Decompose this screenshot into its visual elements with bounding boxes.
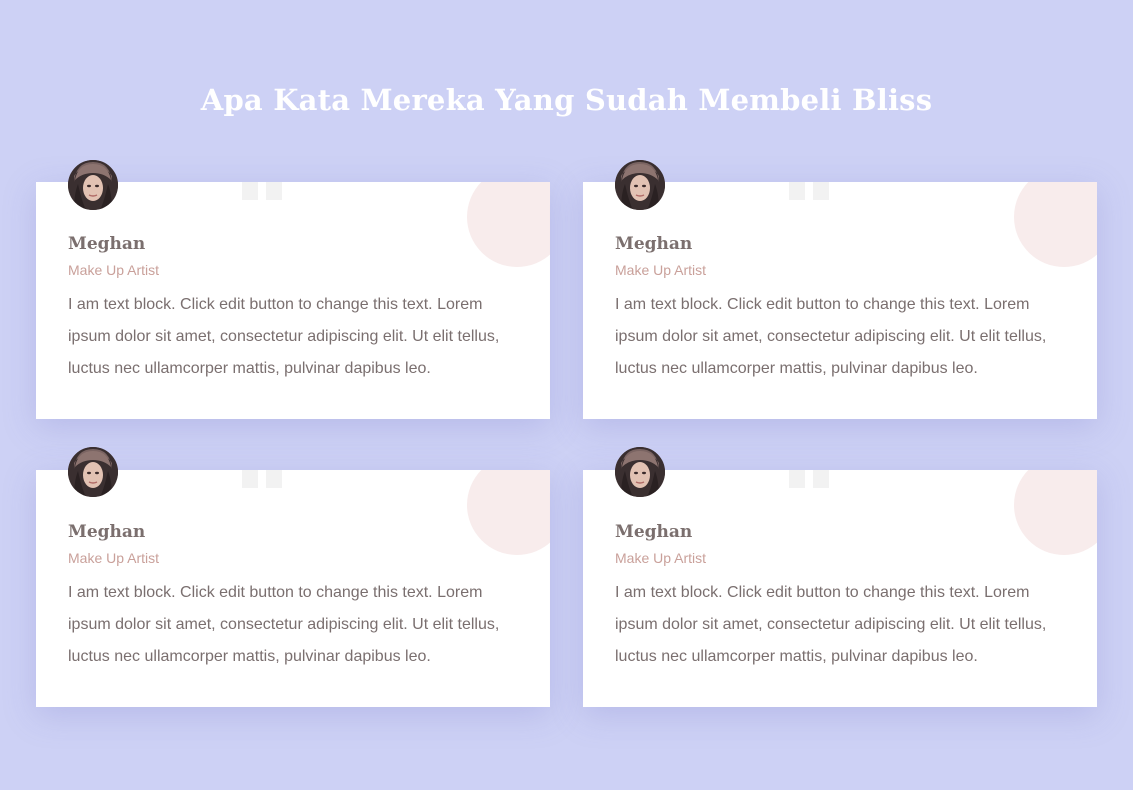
testimonial-role: Make Up Artist <box>68 262 160 278</box>
avatar-photo-icon <box>615 160 665 210</box>
quote-icon <box>789 470 829 488</box>
avatar <box>615 160 665 210</box>
testimonial-card: Meghan Make Up Artist I am text block. C… <box>36 470 550 707</box>
testimonial-text: I am text block. Click edit button to ch… <box>68 584 500 665</box>
testimonial-name: Meghan <box>615 522 693 542</box>
testimonial-role: Make Up Artist <box>615 262 707 278</box>
avatar-photo-icon <box>68 160 118 210</box>
testimonial-name: Meghan <box>615 234 693 254</box>
avatar <box>68 160 118 210</box>
quote-icon <box>789 182 829 200</box>
section-title: Apa Kata Mereka Yang Sudah Membeli Bliss <box>200 83 933 117</box>
avatar-photo-icon <box>615 447 665 497</box>
decorative-circle <box>467 182 550 267</box>
testimonial-card: Meghan Make Up Artist I am text block. C… <box>36 182 550 419</box>
testimonial-role: Make Up Artist <box>68 550 160 566</box>
testimonial-name: Meghan <box>68 522 146 542</box>
decorative-circle <box>1014 182 1097 267</box>
testimonial-card: Meghan Make Up Artist I am text block. C… <box>583 470 1097 707</box>
testimonial-text: I am text block. Click edit button to ch… <box>68 296 500 377</box>
decorative-circle <box>467 470 550 555</box>
avatar <box>615 447 665 497</box>
quote-icon <box>242 470 282 488</box>
testimonial-name: Meghan <box>68 234 146 254</box>
testimonial-text: I am text block. Click edit button to ch… <box>615 296 1047 377</box>
testimonial-text: I am text block. Click edit button to ch… <box>615 584 1047 665</box>
testimonial-role: Make Up Artist <box>615 550 707 566</box>
quote-icon <box>242 182 282 200</box>
avatar-photo-icon <box>68 447 118 497</box>
avatar <box>68 447 118 497</box>
testimonial-card: Meghan Make Up Artist I am text block. C… <box>583 182 1097 419</box>
decorative-circle <box>1014 470 1097 555</box>
